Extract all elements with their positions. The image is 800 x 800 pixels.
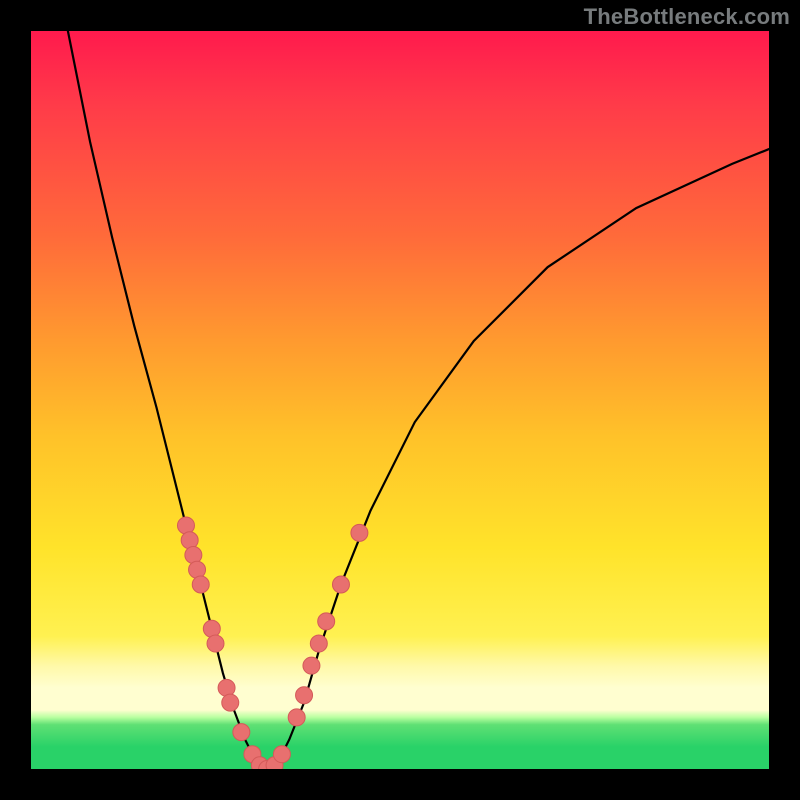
cluster-dot	[318, 613, 335, 630]
data-points-group	[177, 517, 367, 769]
watermark-text: TheBottleneck.com	[584, 4, 790, 30]
chart-svg	[31, 31, 769, 769]
cluster-dot	[185, 546, 202, 563]
cluster-dot	[273, 746, 290, 763]
cluster-dot	[233, 724, 250, 741]
cluster-dot	[207, 635, 224, 652]
cluster-dot	[296, 687, 313, 704]
cluster-dot	[192, 576, 209, 593]
cluster-dot	[177, 517, 194, 534]
cluster-dot	[351, 524, 368, 541]
cluster-dot	[181, 532, 198, 549]
plot-area	[31, 31, 769, 769]
cluster-dot	[189, 561, 206, 578]
bottleneck-curve	[68, 31, 769, 769]
chart-container: TheBottleneck.com	[0, 0, 800, 800]
cluster-dot	[288, 709, 305, 726]
cluster-dot	[203, 620, 220, 637]
cluster-dot	[218, 679, 235, 696]
cluster-dot	[303, 657, 320, 674]
cluster-dot	[310, 635, 327, 652]
cluster-dot	[332, 576, 349, 593]
cluster-dot	[222, 694, 239, 711]
